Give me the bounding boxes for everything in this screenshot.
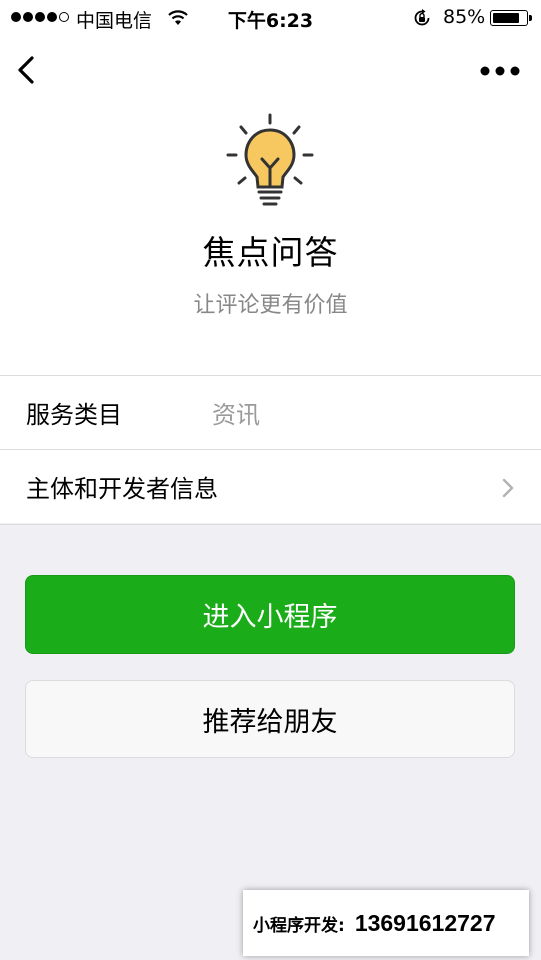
status-bar: 中国电信 下午6:23 85%	[0, 0, 541, 36]
app-name: 焦点问答	[202, 233, 339, 272]
battery-icon	[490, 10, 532, 26]
app-description: 让评论更有价值	[193, 293, 348, 318]
service-category-value: 资讯	[212, 401, 260, 429]
ad-banner: 小程序开发: 13691612727	[243, 890, 529, 956]
battery-percentage: 85%	[443, 6, 486, 28]
lightbulb-icon	[226, 113, 314, 206]
more-options-icon[interactable]	[478, 60, 522, 82]
developer-info-label: 主体和开发者信息	[26, 475, 218, 503]
chevron-right-icon	[502, 478, 514, 498]
enter-mini-program-button[interactable]: 进入小程序	[25, 575, 515, 654]
service-category-label: 服务类目	[26, 401, 122, 429]
ad-phone-number: 13691612727	[354, 909, 496, 936]
ad-label: 小程序开发:	[253, 915, 345, 936]
rotation-lock-icon	[414, 9, 430, 26]
share-to-friend-button[interactable]: 推荐给朋友	[25, 680, 515, 758]
developer-info-row[interactable]: 主体和开发者信息	[0, 449, 541, 525]
service-category-row: 服务类目 资讯	[0, 375, 541, 450]
back-icon[interactable]	[12, 52, 44, 88]
